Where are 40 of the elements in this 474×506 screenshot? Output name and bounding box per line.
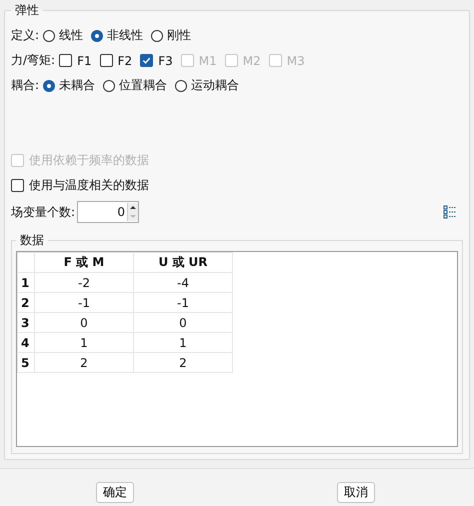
- radio-option[interactable]: 非线性: [91, 27, 144, 44]
- radio-option[interactable]: 位置耦合: [103, 77, 168, 94]
- checkmark-icon: [141, 55, 152, 66]
- up-arrow-icon[interactable]: [128, 203, 138, 212]
- radio-option[interactable]: 运动耦合: [175, 77, 240, 94]
- column-header[interactable]: F 或 M: [34, 252, 134, 272]
- radio-option[interactable]: 未耦合: [43, 77, 96, 94]
- data-title: 数据: [19, 232, 45, 249]
- ok-button[interactable]: 确定: [96, 482, 134, 503]
- table-cell[interactable]: -4: [134, 272, 232, 292]
- radio-option[interactable]: 线性: [43, 27, 84, 44]
- row-header[interactable]: 1: [18, 272, 34, 292]
- column-header[interactable]: U 或 UR: [134, 252, 232, 272]
- field-variables-label: 场变量个数:: [11, 204, 76, 220]
- row-header[interactable]: 4: [18, 332, 34, 352]
- table-cell[interactable]: 1: [34, 332, 134, 352]
- coupling-label: 耦合:: [11, 77, 40, 94]
- radio-option[interactable]: 刚性: [151, 27, 192, 44]
- table-cell[interactable]: 1: [134, 332, 232, 352]
- group-title: 弹性: [14, 2, 40, 19]
- checkbox-option[interactable]: F3: [140, 54, 173, 68]
- definition-label: 定义:: [11, 27, 40, 44]
- force-moment-label: 力/弯矩:: [11, 52, 56, 69]
- table-cell[interactable]: -1: [34, 292, 134, 312]
- row-header[interactable]: 3: [18, 312, 34, 332]
- cancel-button[interactable]: 取消: [337, 482, 375, 503]
- checkbox-option[interactable]: F1: [59, 54, 92, 68]
- table-cell[interactable]: 2: [134, 352, 232, 372]
- row-header[interactable]: 2: [18, 292, 34, 312]
- data-table[interactable]: F 或 M U 或 UR 1 -2 -4 2 -1 -1 3 0 0 4 1 1 5 2 2: [16, 251, 458, 447]
- table-cell[interactable]: 2: [34, 352, 134, 372]
- table-cell[interactable]: -1: [134, 292, 232, 312]
- table-cell[interactable]: 0: [34, 312, 134, 332]
- table-cell[interactable]: -2: [34, 272, 134, 292]
- row-header[interactable]: 5: [18, 352, 34, 372]
- number-spinner[interactable]: 0: [77, 201, 140, 223]
- checkbox-option[interactable]: 使用与温度相关的数据: [11, 177, 149, 194]
- table-cell[interactable]: 0: [134, 312, 232, 332]
- checkbox-option[interactable]: F2: [100, 54, 132, 68]
- list-options-icon[interactable]: [443, 205, 457, 219]
